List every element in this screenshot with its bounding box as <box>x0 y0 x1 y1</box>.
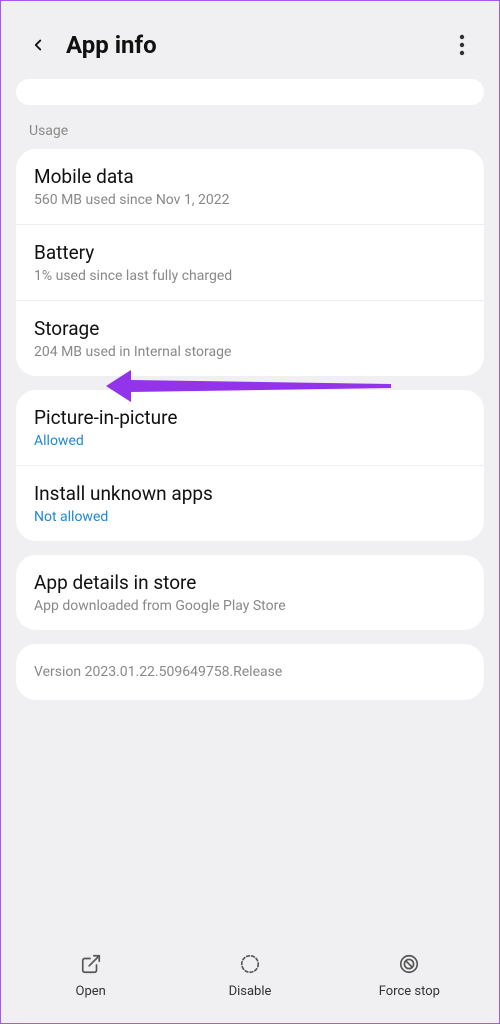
battery-title: Battery <box>34 241 466 264</box>
app-details-sub: App downloaded from Google Play Store <box>34 598 466 614</box>
battery-item[interactable]: Battery 1% used since last fully charged <box>16 225 484 301</box>
bottom-bar: Open Disable Force stop <box>1 932 499 1023</box>
mobile-data-item[interactable]: Mobile data 560 MB used since Nov 1, 202… <box>16 149 484 225</box>
force-stop-label: Force stop <box>379 984 440 999</box>
pip-sub: Allowed <box>34 433 466 449</box>
app-details-title: App details in store <box>34 571 466 594</box>
back-button[interactable] <box>26 33 50 57</box>
version-text: Version 2023.01.22.509649758.Release <box>34 664 282 680</box>
open-icon <box>80 953 102 975</box>
force-stop-icon <box>398 953 420 975</box>
pip-item[interactable]: Picture-in-picture Allowed <box>16 390 484 466</box>
force-stop-button[interactable]: Force stop <box>330 952 489 999</box>
usage-card: Mobile data 560 MB used since Nov 1, 202… <box>16 149 484 376</box>
mobile-data-title: Mobile data <box>34 165 466 188</box>
storage-sub: 204 MB used in Internal storage <box>34 344 466 360</box>
details-card: App details in store App downloaded from… <box>16 555 484 630</box>
header: App info <box>1 1 499 79</box>
disable-button[interactable]: Disable <box>170 952 329 999</box>
disable-icon <box>239 953 261 975</box>
storage-title: Storage <box>34 317 466 340</box>
usage-section-label: Usage <box>1 105 499 149</box>
app-details-item[interactable]: App details in store App downloaded from… <box>16 555 484 630</box>
open-button[interactable]: Open <box>11 952 170 999</box>
back-chevron-icon <box>29 36 47 54</box>
version-card: Version 2023.01.22.509649758.Release <box>16 644 484 700</box>
top-card-edge <box>16 79 484 105</box>
open-label: Open <box>76 984 106 999</box>
more-button[interactable] <box>450 33 474 57</box>
page-title: App info <box>66 31 450 59</box>
mobile-data-sub: 560 MB used since Nov 1, 2022 <box>34 192 466 208</box>
storage-item[interactable]: Storage 204 MB used in Internal storage <box>16 301 484 376</box>
permissions-card: Picture-in-picture Allowed Install unkno… <box>16 390 484 541</box>
unknown-apps-sub: Not allowed <box>34 509 466 525</box>
pip-title: Picture-in-picture <box>34 406 466 429</box>
more-vertical-icon <box>459 34 465 56</box>
battery-sub: 1% used since last fully charged <box>34 268 466 284</box>
unknown-apps-item[interactable]: Install unknown apps Not allowed <box>16 466 484 541</box>
unknown-apps-title: Install unknown apps <box>34 482 466 505</box>
disable-label: Disable <box>229 984 272 999</box>
